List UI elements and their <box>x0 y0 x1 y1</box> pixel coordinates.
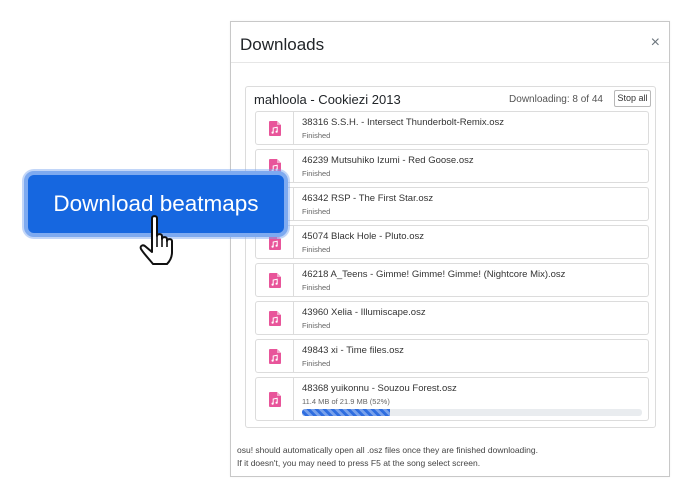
download-status-text: Finished <box>302 169 331 178</box>
file-name: 45074 Black Hole - Pluto.osz <box>302 231 424 242</box>
card-title: mahloola - Cookiezi 2013 <box>254 92 401 107</box>
file-name: 46342 RSP - The First Star.osz <box>302 193 434 204</box>
icon-cell <box>256 378 294 420</box>
download-item: 48368 yuikonnu - Souzou Forest.osz 11.4 M… <box>255 377 649 421</box>
card-header: mahloola - Cookiezi 2013 Downloading: 8 … <box>246 87 655 113</box>
progress-fill <box>302 409 391 416</box>
file-music-icon <box>268 348 281 364</box>
file-music-icon <box>268 391 281 407</box>
download-status-text: Finished <box>302 283 331 292</box>
download-item: 43960 Xelia - Illumiscape.osz Finished <box>255 301 649 335</box>
file-name: 38316 S.S.H. - Intersect Thunderbolt-Rem… <box>302 117 505 128</box>
download-item: 46239 Mutsuhiko Izumi - Red Goose.osz Fin… <box>255 149 649 183</box>
file-music-icon <box>268 310 281 326</box>
file-name: 48368 yuikonnu - Souzou Forest.osz <box>302 383 457 394</box>
download-status-text: 11.4 MB of 21.9 MB (52%) <box>302 397 390 406</box>
file-name: 46218 A_Teens - Gimme! Gimme! Gimme! (Ni… <box>302 269 566 280</box>
download-status-text: Finished <box>302 245 331 254</box>
footer-line-2: If it doesn't, you may need to press F5 … <box>237 458 481 468</box>
download-list: 38316 S.S.H. - Intersect Thunderbolt-Rem… <box>255 111 649 425</box>
modal-title: Downloads <box>240 35 325 54</box>
download-group-card: mahloola - Cookiezi 2013 Downloading: 8 … <box>245 86 656 428</box>
icon-cell <box>256 112 294 144</box>
file-music-icon <box>268 272 281 288</box>
file-name: 43960 Xelia - Illumiscape.osz <box>302 307 426 318</box>
icon-cell <box>256 340 294 372</box>
download-item: 46218 A_Teens - Gimme! Gimme! Gimme! (Ni… <box>255 263 649 297</box>
file-music-icon <box>268 120 281 136</box>
footer-line-1: osu! should automatically open all .osz … <box>237 445 538 455</box>
file-name: 46239 Mutsuhiko Izumi - Red Goose.osz <box>302 155 474 166</box>
stop-all-button[interactable]: Stop all <box>614 90 651 107</box>
modal-header: Downloads × <box>231 22 669 63</box>
download-status-text: Finished <box>302 131 331 140</box>
download-item: 45074 Black Hole - Pluto.osz Finished <box>255 225 649 259</box>
download-item: 38316 S.S.H. - Intersect Thunderbolt-Rem… <box>255 111 649 145</box>
footer-note: osu! should automatically open all .osz … <box>237 444 538 470</box>
icon-cell <box>256 302 294 334</box>
close-icon[interactable]: × <box>651 35 660 51</box>
download-item: 49843 xi - Time files.osz Finished <box>255 339 649 373</box>
file-name: 49843 xi - Time files.osz <box>302 345 404 356</box>
progress-bar <box>302 409 642 416</box>
download-status-text: Finished <box>302 359 331 368</box>
download-status-text: Finished <box>302 321 331 330</box>
download-status: Downloading: 8 of 44 <box>509 94 603 105</box>
download-status-text: Finished <box>302 207 331 216</box>
download-item: 46342 RSP - The First Star.osz Finished <box>255 187 649 221</box>
hand-pointer-icon <box>139 215 173 265</box>
icon-cell <box>256 264 294 296</box>
